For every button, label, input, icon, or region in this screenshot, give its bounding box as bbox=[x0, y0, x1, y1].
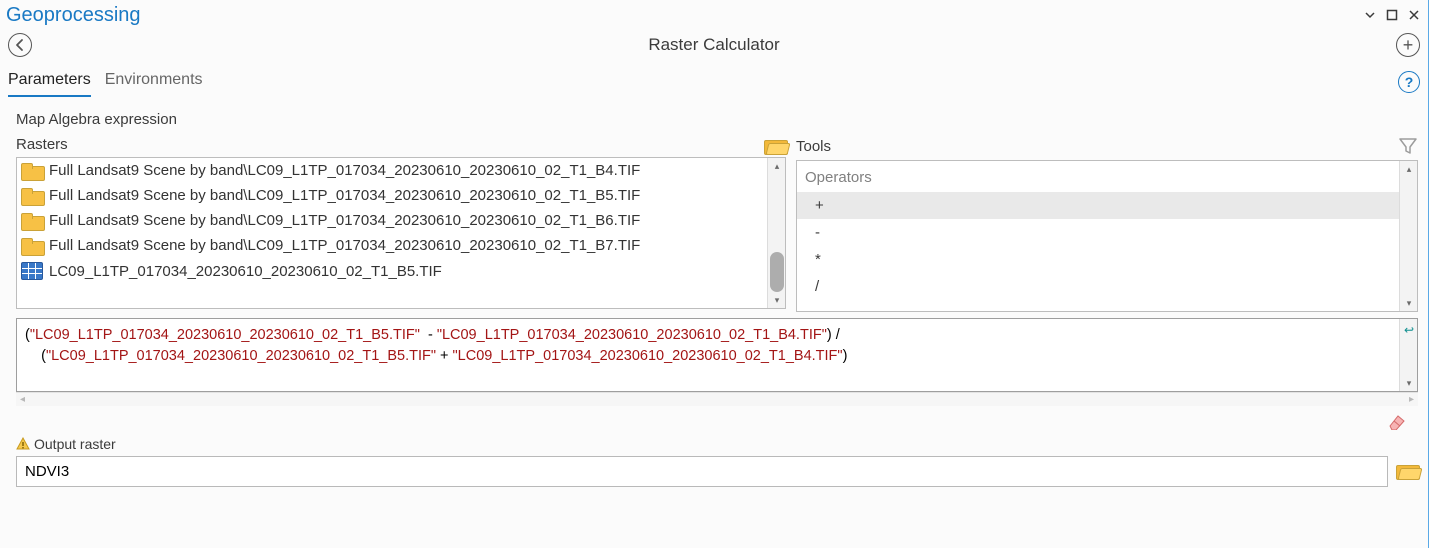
expression-input[interactable]: ("LC09_L1TP_017034_20230610_20230610_02_… bbox=[16, 318, 1418, 392]
rasters-list[interactable]: Full Landsat9 Scene by band\LC09_L1TP_01… bbox=[17, 158, 767, 308]
scroll-down-icon[interactable]: ▾ bbox=[768, 292, 786, 308]
folder-icon bbox=[21, 238, 43, 254]
operators-group-header: Operators bbox=[797, 163, 1399, 192]
panel-title: Geoprocessing bbox=[6, 4, 141, 27]
help-button[interactable]: ? bbox=[1398, 71, 1420, 93]
scroll-right-icon[interactable]: ▸ bbox=[1409, 394, 1414, 405]
scroll-down-icon[interactable]: ▾ bbox=[1400, 295, 1418, 311]
expression-hscrollbar[interactable]: ◂ ▸ bbox=[16, 392, 1418, 406]
raster-item-label: Full Landsat9 Scene by band\LC09_L1TP_01… bbox=[49, 237, 640, 254]
window-controls bbox=[1364, 9, 1420, 23]
raster-item-label: Full Landsat9 Scene by band\LC09_L1TP_01… bbox=[49, 212, 640, 229]
output-raster-label: Output raster bbox=[34, 436, 116, 452]
tab-environments[interactable]: Environments bbox=[105, 67, 203, 97]
tab-parameters[interactable]: Parameters bbox=[8, 67, 91, 97]
operator-item[interactable]: / bbox=[797, 273, 1399, 300]
raster-list-item[interactable]: Full Landsat9 Scene by band\LC09_L1TP_01… bbox=[17, 183, 767, 208]
tools-listbox: Operators +-*/ ▴ ▾ bbox=[796, 160, 1418, 312]
output-raster-section: Output raster bbox=[16, 436, 1418, 487]
raster-list-item[interactable]: Full Landsat9 Scene by band\LC09_L1TP_01… bbox=[17, 158, 767, 183]
operator-item[interactable]: * bbox=[797, 246, 1399, 273]
folder-icon bbox=[21, 188, 43, 204]
tool-name: Raster Calculator bbox=[648, 35, 779, 55]
geoprocessing-pane: Geoprocessing Raster Calculator + Parame… bbox=[0, 0, 1429, 548]
tools-label: Tools bbox=[796, 138, 831, 155]
output-raster-input[interactable] bbox=[16, 456, 1388, 487]
folder-icon bbox=[21, 213, 43, 229]
tabs: Parameters Environments bbox=[8, 67, 203, 97]
expression-vscrollbar[interactable]: ↩ ▾ bbox=[1399, 319, 1417, 391]
expression-text[interactable]: ("LC09_L1TP_017034_20230610_20230610_02_… bbox=[17, 319, 1399, 391]
raster-item-label: Full Landsat9 Scene by band\LC09_L1TP_01… bbox=[49, 187, 640, 204]
tool-header: Raster Calculator + bbox=[0, 29, 1428, 67]
chevron-down-icon[interactable] bbox=[1364, 9, 1376, 23]
titlebar: Geoprocessing bbox=[0, 0, 1428, 29]
scroll-up-icon[interactable]: ▴ bbox=[768, 158, 786, 174]
operator-item[interactable]: - bbox=[797, 219, 1399, 246]
browse-folder-icon[interactable] bbox=[1396, 462, 1418, 481]
raster-icon bbox=[21, 262, 43, 280]
rasters-scrollbar[interactable]: ▴ ▾ bbox=[767, 158, 785, 308]
operator-item[interactable]: + bbox=[797, 192, 1399, 219]
raster-list-item[interactable]: Full Landsat9 Scene by band\LC09_L1TP_01… bbox=[17, 233, 767, 258]
tools-list[interactable]: Operators +-*/ bbox=[797, 161, 1399, 311]
map-algebra-label: Map Algebra expression bbox=[16, 111, 1418, 128]
eraser-icon[interactable] bbox=[1384, 412, 1406, 428]
tools-column: Tools Operators +-*/ ▴ ▾ bbox=[796, 136, 1418, 312]
raster-list-item[interactable]: LC09_L1TP_017034_20230610_20230610_02_T1… bbox=[17, 258, 767, 284]
tabs-row: Parameters Environments ? bbox=[0, 67, 1428, 97]
scroll-down-icon[interactable]: ▾ bbox=[1400, 375, 1418, 391]
back-button[interactable] bbox=[8, 33, 32, 57]
scroll-left-icon[interactable]: ◂ bbox=[20, 394, 25, 405]
scroll-up-icon[interactable]: ▴ bbox=[1400, 161, 1418, 177]
raster-item-label: Full Landsat9 Scene by band\LC09_L1TP_01… bbox=[49, 162, 640, 179]
raster-list-item[interactable]: Full Landsat9 Scene by band\LC09_L1TP_01… bbox=[17, 208, 767, 233]
scroll-thumb[interactable] bbox=[770, 252, 784, 292]
rasters-listbox: Full Landsat9 Scene by band\LC09_L1TP_01… bbox=[16, 157, 786, 309]
rasters-label: Rasters bbox=[16, 136, 68, 153]
close-icon[interactable] bbox=[1408, 9, 1420, 23]
filter-icon[interactable] bbox=[1398, 136, 1418, 156]
warning-icon bbox=[16, 437, 30, 451]
rasters-column: Rasters Full Landsat9 Scene by band\LC09… bbox=[16, 136, 786, 309]
word-wrap-icon[interactable]: ↩ bbox=[1404, 323, 1414, 337]
parameters-body: Map Algebra expression Rasters Full Land… bbox=[0, 97, 1428, 487]
add-button[interactable]: + bbox=[1396, 33, 1420, 57]
add-raster-folder-icon[interactable] bbox=[764, 137, 786, 153]
folder-icon bbox=[21, 163, 43, 179]
maximize-icon[interactable] bbox=[1386, 9, 1398, 23]
raster-item-label: LC09_L1TP_017034_20230610_20230610_02_T1… bbox=[49, 263, 442, 280]
tools-scrollbar[interactable]: ▴ ▾ bbox=[1399, 161, 1417, 311]
